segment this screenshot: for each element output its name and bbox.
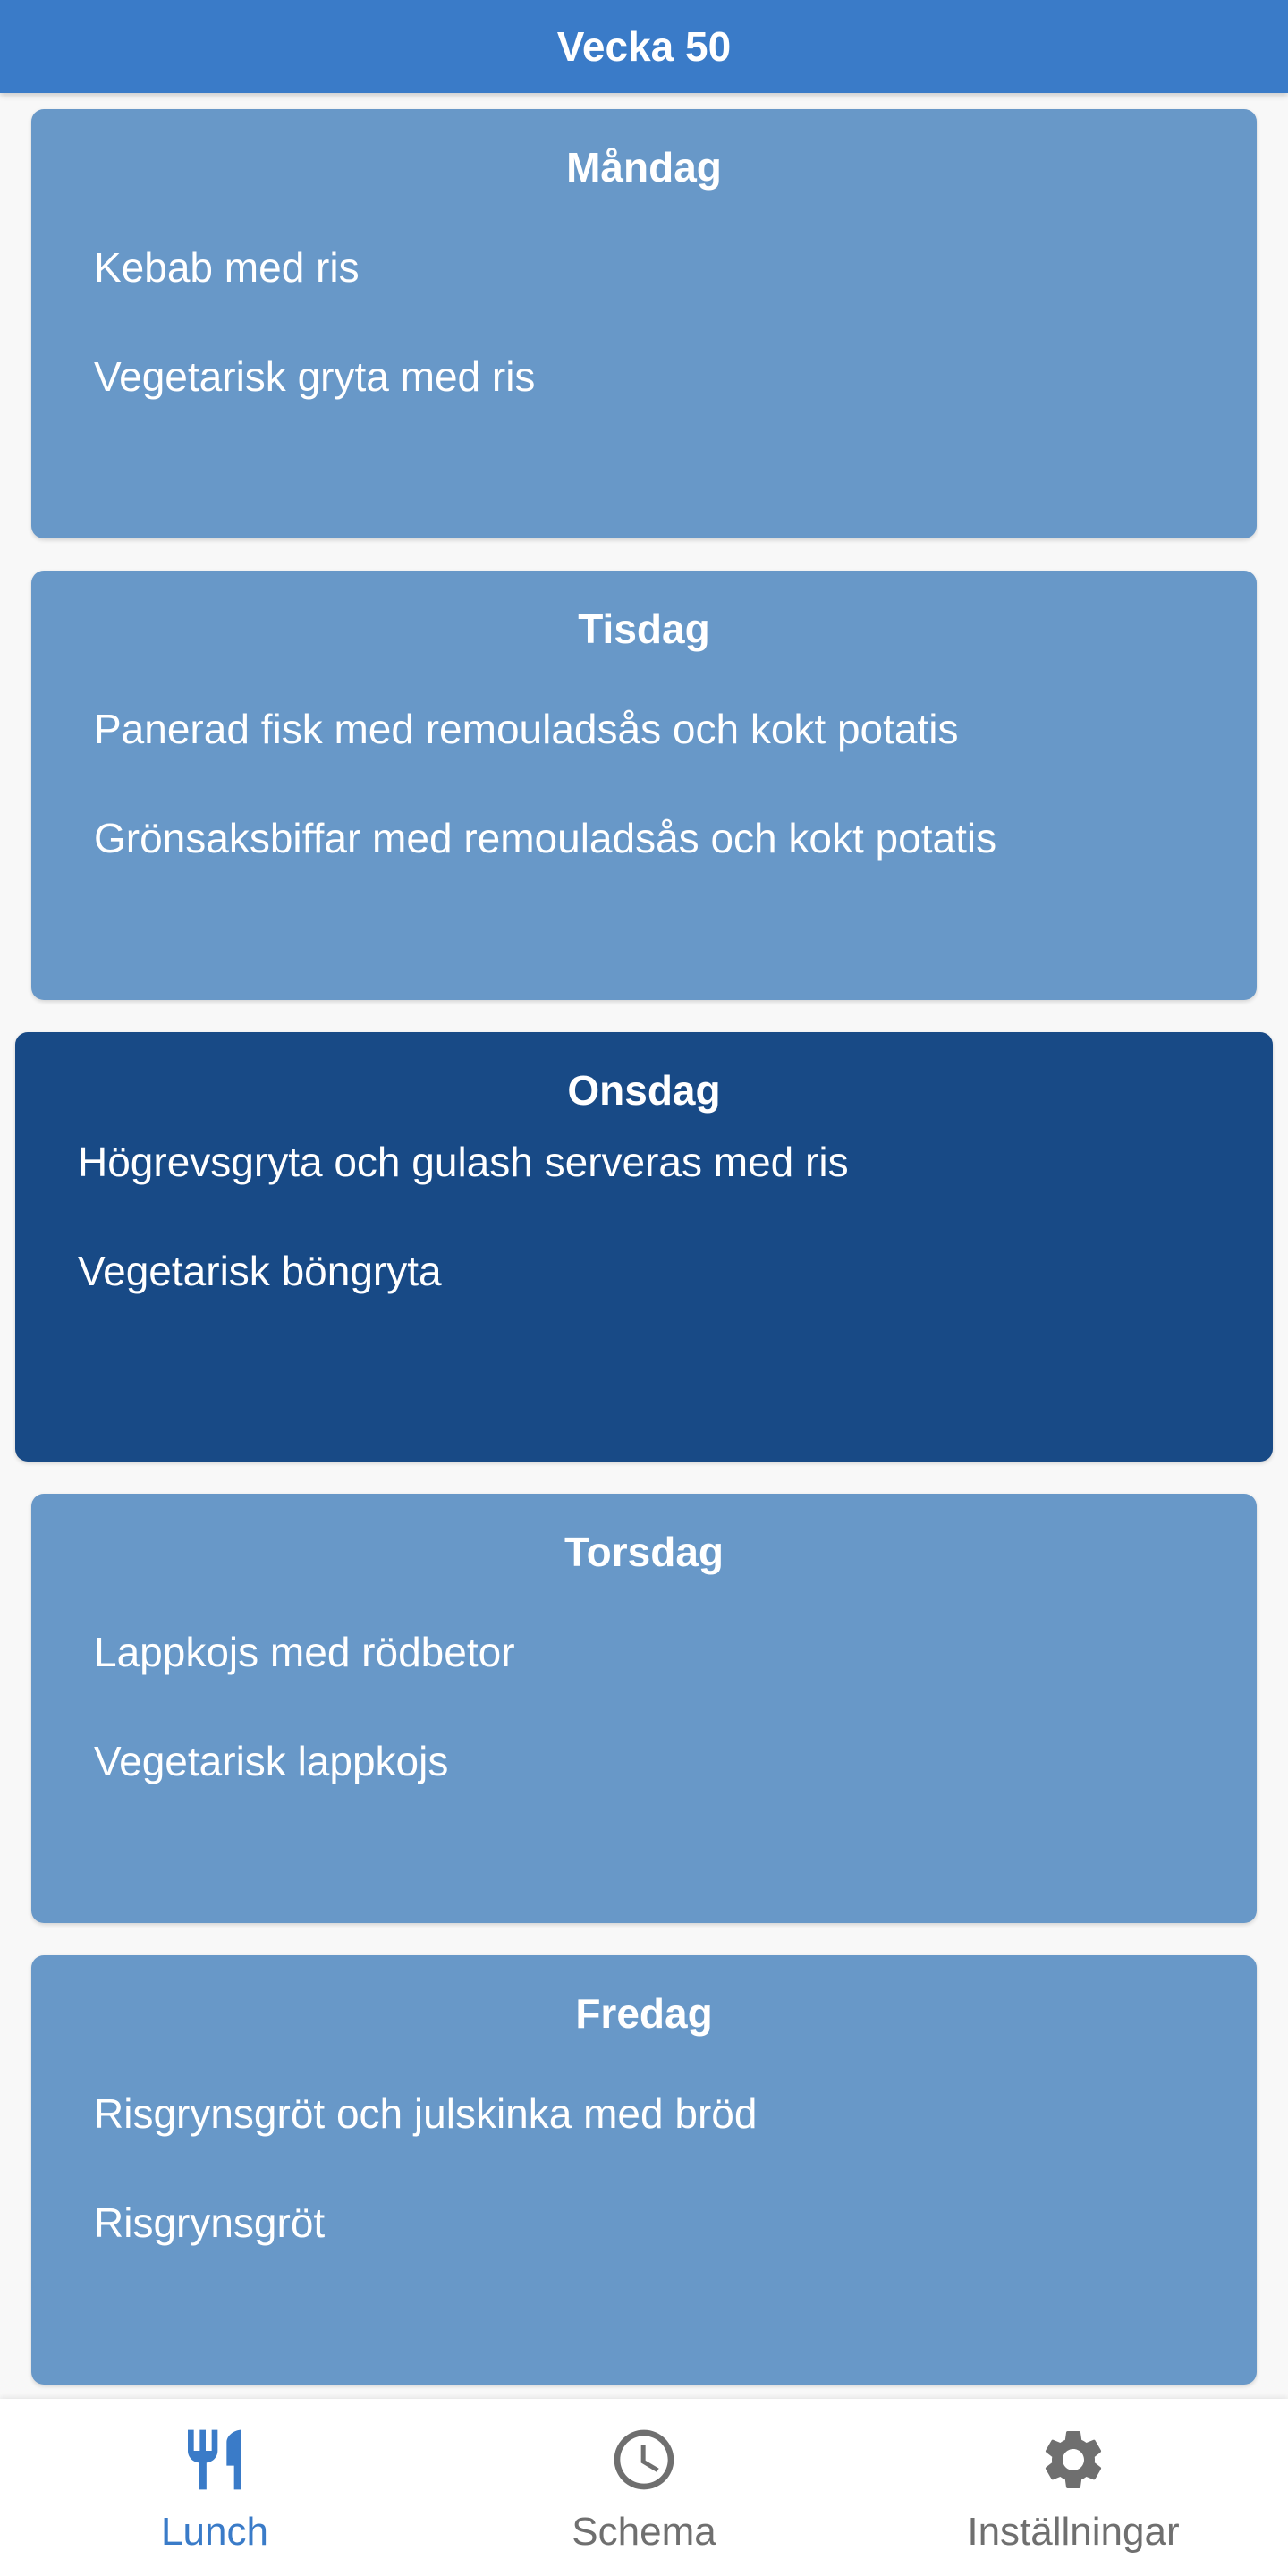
dish-item: Grönsaksbiffar med remouladsås och kokt …: [94, 815, 997, 861]
day-card-monday[interactable]: Måndag Kebab med ris Vegetarisk gryta me…: [31, 109, 1257, 538]
nav-item-schema[interactable]: Schema: [429, 2399, 859, 2576]
day-name: Tisdag: [578, 606, 710, 652]
page-title: Vecka 50: [556, 23, 732, 70]
nav-item-installningar[interactable]: Inställningar: [859, 2399, 1288, 2576]
nav-label: Lunch: [161, 2510, 268, 2554]
day-card-wednesday[interactable]: Onsdag Högrevsgryta och gulash serveras …: [15, 1032, 1273, 1462]
dish-item: Lappkojs med rödbetor: [94, 1629, 515, 1675]
cutlery-icon: [188, 2429, 242, 2490]
dish-item: Risgrynsgröt och julskinka med bröd: [94, 2090, 758, 2137]
dish-item: Vegetarisk böngryta: [78, 1248, 442, 1294]
dish-item: Kebab med ris: [94, 244, 360, 291]
day-name: Torsdag: [564, 1529, 724, 1575]
nav-label: Inställningar: [967, 2510, 1180, 2554]
day-name: Fredag: [575, 1990, 713, 2037]
bottom-navigation: Lunch Schema Inställningar: [0, 2399, 1288, 2576]
dish-item: Högrevsgryta och gulash serveras med ris: [78, 1139, 849, 1185]
dish-item: Risgrynsgröt: [94, 2199, 326, 2246]
clock-icon: [614, 2429, 674, 2490]
dish-item: Vegetarisk gryta med ris: [94, 353, 536, 400]
nav-item-lunch[interactable]: Lunch: [0, 2399, 429, 2576]
dish-item: Panerad fisk med remouladsås och kokt po…: [94, 706, 959, 752]
day-name: Onsdag: [567, 1067, 721, 1114]
gear-icon: [1045, 2431, 1102, 2488]
day-card-thursday[interactable]: Torsdag Lappkojs med rödbetor Vegetarisk…: [31, 1494, 1257, 1923]
day-card-friday[interactable]: Fredag Risgrynsgröt och julskinka med br…: [31, 1955, 1257, 2385]
day-card-tuesday[interactable]: Tisdag Panerad fisk med remouladsås och …: [31, 571, 1257, 1000]
app-bar: Vecka 50: [0, 0, 1288, 93]
nav-label: Schema: [572, 2510, 716, 2554]
day-name: Måndag: [566, 144, 722, 191]
dish-item: Vegetarisk lappkojs: [94, 1738, 449, 1784]
